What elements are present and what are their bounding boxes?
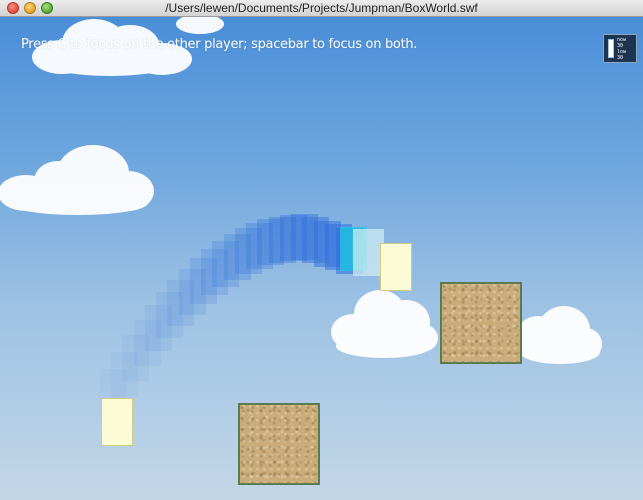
window-title: /Users/lewen/Documents/Projects/Jumpman/… <box>165 1 478 15</box>
fps-bar <box>608 39 614 58</box>
app-window: /Users/lewen/Documents/Projects/Jumpman/… <box>0 0 643 500</box>
fps-low-value: 30 <box>617 55 624 61</box>
title-bar[interactable]: /Users/lewen/Documents/Projects/Jumpman/… <box>0 0 643 17</box>
player-2 <box>101 398 133 446</box>
cloud-center <box>331 290 438 358</box>
crate-2 <box>238 403 320 485</box>
focus-instructions: Press C to focus on the other player; sp… <box>21 37 418 52</box>
fps-meter: now 30 low 30 <box>603 34 637 63</box>
crate-1 <box>440 282 522 364</box>
game-stage[interactable]: Press C to focus on the other player; sp… <box>0 17 643 500</box>
cloud-right <box>516 306 602 364</box>
cloud-left <box>0 145 154 215</box>
player-1 <box>380 243 412 291</box>
